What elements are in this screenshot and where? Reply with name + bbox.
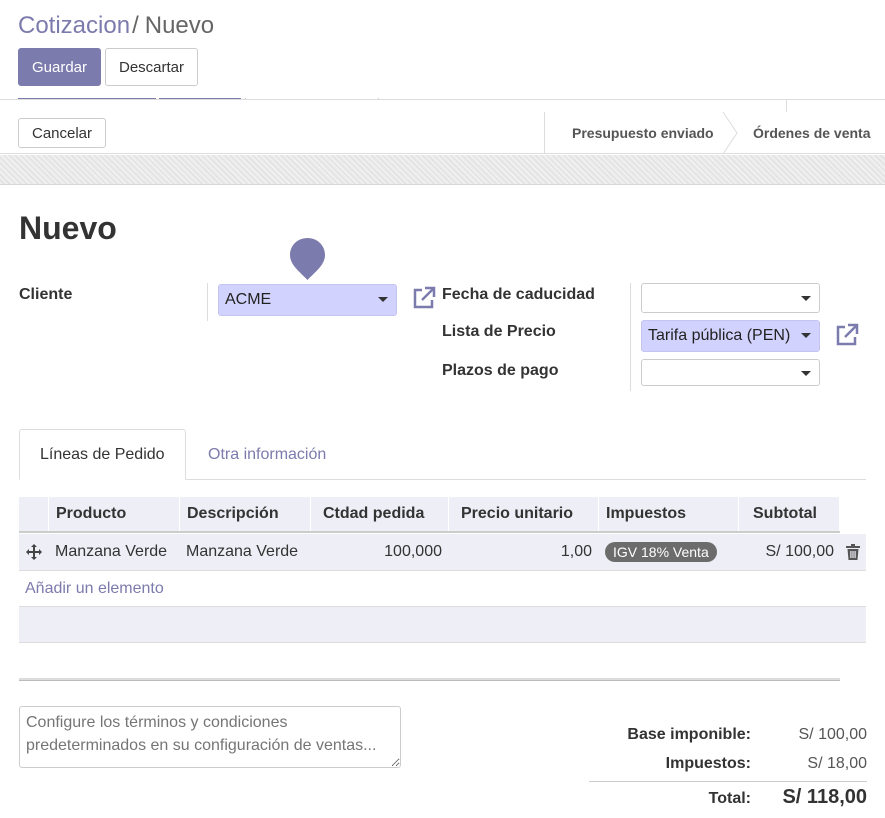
tab-other-info[interactable]: Otra información [188, 429, 346, 480]
sheet-background [0, 155, 885, 185]
untaxed-amount-value: S/ 100,00 [798, 726, 868, 743]
statusbar: Cancelar Presupuesto enviado Órdenes de … [0, 99, 885, 154]
taxes-amount-label: Impuestos: [665, 755, 751, 772]
cell-taxes: IGV 18% Venta [605, 534, 717, 570]
record-title: Nuevo [19, 210, 117, 246]
total-amount-label: Total: [708, 790, 751, 807]
totals-divider [589, 781, 867, 782]
caret-down-icon [801, 371, 811, 376]
order-lines-header: Producto Descripción Ctdad pedida Precio… [19, 497, 840, 533]
field-divider [207, 283, 208, 321]
pricelist-select[interactable]: Tarifa pública (PEN) [641, 320, 820, 352]
cancel-button[interactable]: Cancelar [18, 118, 106, 148]
add-line-link[interactable]: Añadir un elemento [25, 580, 164, 598]
payment-terms-select[interactable] [641, 359, 820, 386]
customer-label: Cliente [19, 286, 73, 303]
column-header-quantity[interactable]: Ctdad pedida [311, 497, 449, 531]
discard-button[interactable]: Descartar [105, 48, 198, 86]
trash-icon[interactable] [846, 544, 860, 560]
caret-down-icon [378, 297, 388, 302]
column-header-taxes[interactable]: Impuestos [599, 497, 739, 531]
stage-divider [544, 112, 545, 154]
cell-quantity: 100,000 [384, 543, 442, 560]
payment-terms-label: Plazos de pago [442, 362, 559, 379]
cell-product: Manzana Verde [55, 543, 168, 560]
external-link-icon[interactable] [411, 285, 437, 311]
table-row-empty [19, 606, 866, 643]
untaxed-amount-label: Base imponible: [627, 726, 751, 743]
table-row[interactable]: Manzana Verde Manzana Verde 100,000 1,00… [19, 534, 866, 571]
cell-description: Manzana Verde [186, 543, 299, 560]
caret-down-icon [801, 333, 811, 338]
customer-select[interactable]: ACME [218, 284, 397, 316]
expiration-label: Fecha de caducidad [442, 286, 595, 303]
tab-order-lines[interactable]: Líneas de Pedido [19, 429, 186, 480]
stage-divider [786, 100, 787, 112]
field-divider [630, 283, 631, 391]
save-button[interactable]: Guardar [18, 48, 101, 86]
breadcrumb-separator: / [132, 12, 139, 39]
tax-badge: IGV 18% Venta [605, 542, 717, 562]
terms-note-textarea[interactable] [19, 706, 401, 768]
customer-value: ACME [225, 291, 272, 308]
expiration-date-field[interactable] [641, 283, 820, 313]
pricelist-value: Tarifa pública (PEN) [648, 327, 791, 344]
stage-sale-order[interactable]: Órdenes de venta [753, 112, 871, 154]
column-header-product[interactable]: Producto [49, 497, 180, 531]
cell-unit-price: 1,00 [560, 543, 592, 560]
stage-sent[interactable]: Presupuesto enviado [572, 112, 714, 154]
cell-subtotal: S/ 100,00 [765, 543, 835, 560]
taxes-amount-value: S/ 18,00 [807, 755, 867, 772]
map-pin-icon [290, 238, 325, 280]
breadcrumb: Cotizacion/Nuevo [18, 12, 214, 40]
move-handle-icon[interactable] [26, 544, 42, 560]
breadcrumb-parent-link[interactable]: Cotizacion [18, 12, 130, 39]
stage-chevron-icon [722, 112, 738, 154]
breadcrumb-current: Nuevo [144, 12, 215, 39]
handle-column-header [19, 497, 49, 531]
total-amount-value: S/ 118,00 [782, 786, 867, 808]
column-header-unit-price[interactable]: Precio unitario [449, 497, 599, 531]
table-footer-separator [19, 678, 840, 681]
caret-down-icon [801, 296, 811, 301]
column-header-subtotal[interactable]: Subtotal [739, 497, 840, 531]
pricelist-label: Lista de Precio [442, 323, 556, 340]
external-link-icon[interactable] [834, 322, 860, 348]
column-header-description[interactable]: Descripción [180, 497, 311, 531]
